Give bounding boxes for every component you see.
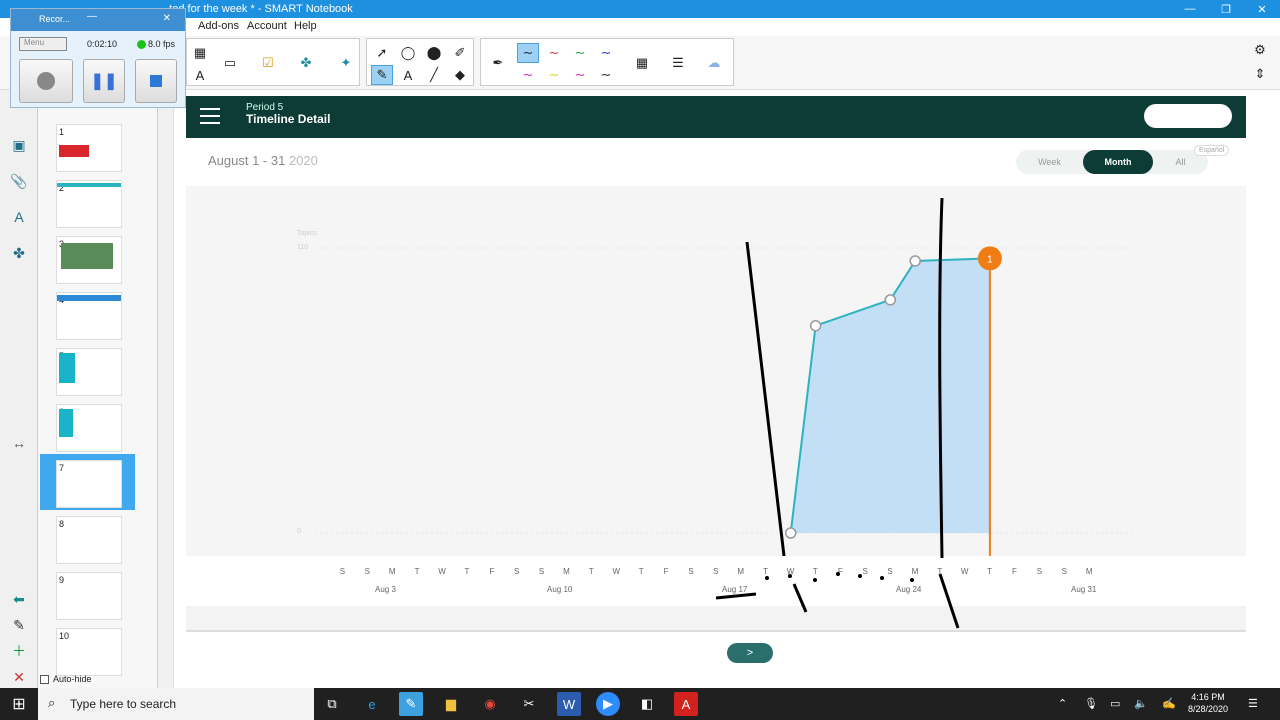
taskbar: ⊞ ⌕ Type here to search ⧉ e ✎ ▆ ◉ ✂ W ▶ … [0, 688, 1280, 720]
x-day-label: T [987, 567, 993, 576]
edge-icon[interactable]: e [360, 692, 384, 716]
x-day-label: S [538, 567, 545, 576]
x-day-label: T [588, 567, 594, 576]
chrome-icon[interactable]: ◉ [478, 692, 502, 716]
chevron-right-icon: > [746, 647, 754, 659]
pause-icon: ❚❚ [90, 73, 118, 90]
x-day-label: S [887, 567, 893, 576]
x-day-label: T [763, 567, 769, 576]
microphone-icon[interactable]: 🎙 [1084, 697, 1098, 710]
snipping-tool-icon[interactable]: ✂ [517, 692, 541, 716]
stop-button[interactable] [135, 59, 177, 103]
record-button[interactable] [19, 59, 73, 103]
x-day-label: F [1012, 567, 1017, 576]
data-point [884, 294, 897, 306]
record-icon [37, 72, 55, 90]
recorder-fps: 8.0 fps [137, 39, 175, 49]
x-day-label: S [364, 567, 370, 576]
x-day-label: T [638, 567, 644, 576]
stop-icon [150, 75, 162, 87]
current-marker-label: 1 [987, 254, 993, 265]
x-day-label: M [911, 567, 919, 576]
system-clock[interactable]: 4:16 PM 8/28/2020 [1180, 691, 1236, 715]
x-day-label: S [514, 567, 520, 576]
notifications-icon[interactable]: ☰ [1248, 697, 1258, 710]
x-day-label: W [960, 567, 969, 576]
search-placeholder: Type here to search [70, 697, 177, 711]
x-day-label: M [563, 567, 570, 576]
x-day-label: S [688, 567, 694, 576]
recorder-elapsed-time: 0:02:10 [87, 39, 118, 49]
clock-time: 4:16 PM [1191, 692, 1225, 702]
word-icon[interactable]: W [557, 692, 581, 716]
x-week-label: Aug 10 [547, 585, 573, 594]
x-day-label: F [837, 567, 843, 576]
tray-chevron-icon[interactable]: ⌃ [1058, 697, 1067, 710]
x-day-label: T [937, 567, 943, 576]
windows-start-icon[interactable]: ⊞ [0, 688, 38, 720]
fps-status-dot [137, 39, 146, 49]
x-week-label: Aug 31 [1071, 585, 1097, 594]
data-point [784, 527, 797, 539]
recorder-close-icon[interactable]: ✕ [163, 13, 171, 24]
x-day-label: T [812, 567, 818, 576]
zoom-icon[interactable]: ▶ [596, 692, 620, 716]
search-icon: ⌕ [48, 695, 56, 710]
x-day-label: T [414, 567, 420, 576]
task-view-icon[interactable]: ⧉ [320, 692, 344, 716]
acrobat-icon[interactable]: A [674, 692, 698, 716]
file-explorer-icon[interactable]: ▆ [439, 692, 463, 716]
x-day-label: F [489, 567, 495, 576]
recorder-minimize-icon[interactable]: — [87, 11, 97, 22]
x-week-label: Aug 17 [722, 585, 748, 594]
x-day-label: S [339, 567, 346, 576]
x-day-label: M [1085, 567, 1093, 576]
x-day-label: S [1061, 567, 1067, 576]
pen-workspace-icon[interactable]: ✍ [1162, 697, 1176, 710]
x-day-label: W [612, 567, 621, 576]
x-day-label: W [786, 567, 795, 576]
data-point [809, 319, 822, 332]
fps-label: 8.0 fps [148, 39, 176, 49]
clock-date: 8/28/2020 [1187, 704, 1229, 714]
next-arrow-button[interactable]: > [727, 643, 773, 663]
data-point [909, 255, 921, 267]
screen-recorder: Recor... — ✕ Menu 0:02:10 8.0 fps ❚❚ [10, 8, 186, 108]
recorder-title: Recor... [11, 9, 185, 31]
recorder-app-icon[interactable]: ◧ [635, 692, 659, 716]
x-day-label: S [1036, 567, 1043, 576]
network-icon[interactable]: ▭ [1110, 697, 1120, 710]
x-day-label: M [388, 567, 396, 576]
x-day-labels: SSMTWTFSSMTWTFSSMTWTFSSMTWTFSSM [330, 567, 1102, 576]
taskbar-search[interactable]: ⌕ Type here to search [38, 688, 314, 720]
x-week-label: Aug 3 [375, 585, 396, 594]
x-day-label: W [438, 567, 446, 576]
x-day-label: F [663, 567, 669, 576]
x-day-label: S [713, 567, 719, 576]
volume-icon[interactable]: 🔈 [1134, 697, 1148, 710]
x-week-label: Aug 24 [896, 585, 922, 594]
recorder-menu-dropdown[interactable]: Menu [19, 37, 67, 51]
x-day-label: M [737, 567, 745, 576]
pause-button[interactable]: ❚❚ [83, 59, 125, 103]
x-day-label: T [464, 567, 470, 576]
x-day-label: S [862, 567, 868, 576]
bottom-strip [186, 606, 1246, 632]
smart-notebook-icon[interactable]: ✎ [399, 692, 423, 716]
